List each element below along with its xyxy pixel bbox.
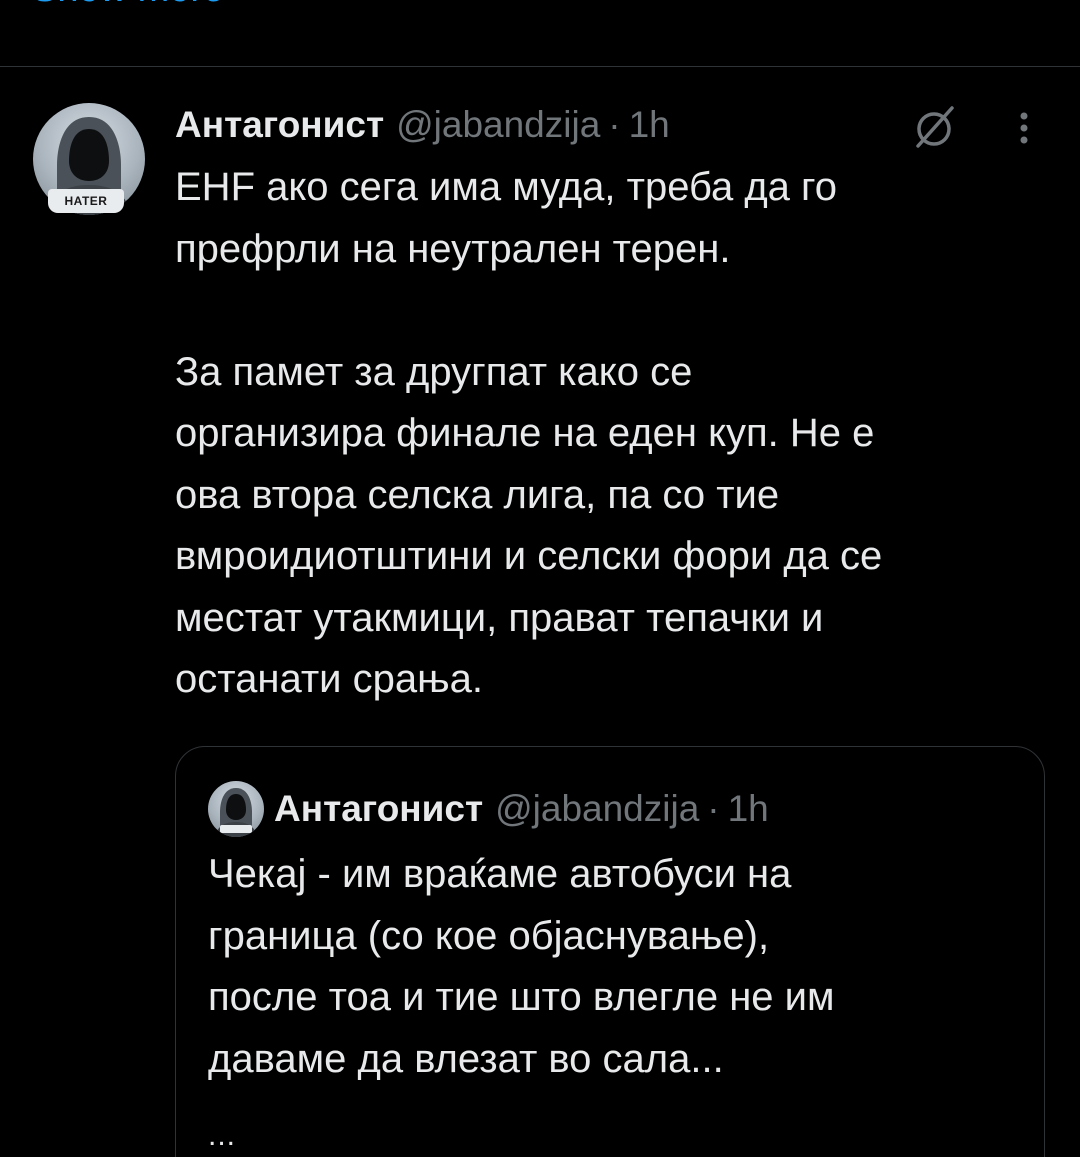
author-handle[interactable]: @jabandzija: [396, 104, 600, 146]
more-vertical-icon[interactable]: [1012, 110, 1036, 150]
quoted-tweet-timestamp: 1h: [727, 788, 769, 829]
quoted-tweet-ellipsis: ...: [208, 1119, 237, 1152]
grok-slash-icon[interactable]: [912, 104, 958, 150]
avatar-badge: HATER: [48, 189, 124, 213]
author-display-name[interactable]: Антагонист: [175, 104, 384, 146]
quoted-tweet-text: Чекај - им враќаме автобуси на граница (…: [208, 852, 835, 1081]
tweet-divider: [0, 66, 1080, 67]
hooded-figure-icon: [215, 788, 257, 837]
tweet-text: ЕНF ако сега има муда, треба да го префр…: [175, 165, 883, 701]
quoted-author-handle: @jabandzija: [495, 788, 700, 829]
quoted-author-display-name: Антагонист: [274, 788, 484, 829]
quoted-avatar: [208, 781, 264, 837]
quoted-tweet-card[interactable]: Антагонист @jabandzija · 1h Чекај - им в…: [175, 746, 1045, 1157]
show-more-link[interactable]: Show more: [32, 0, 224, 12]
header-separator: ·: [608, 104, 621, 145]
tweet-header: Антагонист @jabandzija · 1h: [175, 100, 670, 150]
quoted-header-separator: ·: [707, 788, 720, 829]
tweet-timestamp[interactable]: 1h: [629, 104, 670, 146]
quoted-tweet-header: Антагонист @jabandzija · 1h: [274, 781, 769, 837]
